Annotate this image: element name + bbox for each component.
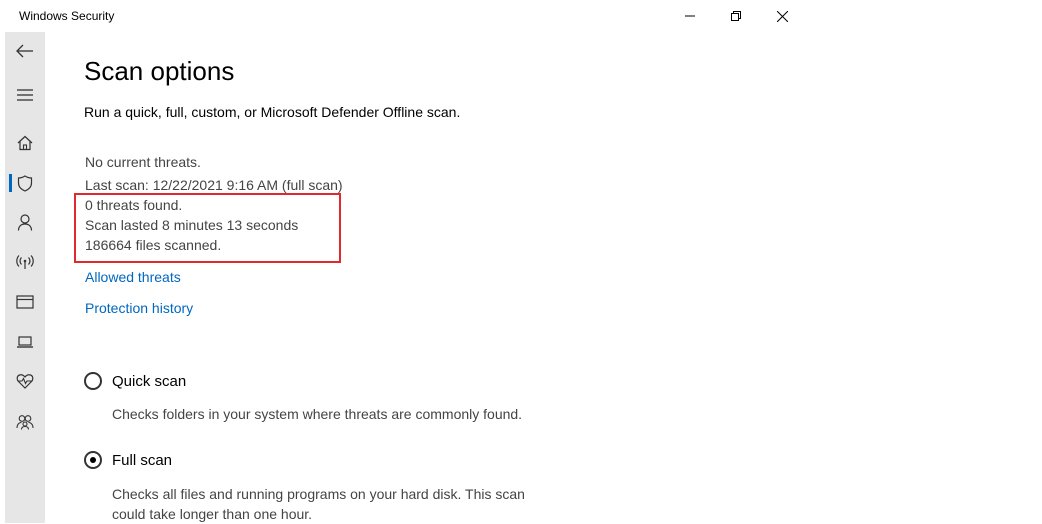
quick-scan-radio[interactable] <box>84 372 102 390</box>
restore-icon <box>731 11 741 21</box>
full-scan-radio[interactable] <box>84 451 102 469</box>
nav-firewall[interactable] <box>5 244 45 280</box>
heart-pulse-icon <box>16 374 34 389</box>
restore-button[interactable] <box>713 0 759 32</box>
nav-virus-protection[interactable] <box>5 165 45 201</box>
active-indicator <box>9 174 12 192</box>
menu-button[interactable] <box>5 77 45 113</box>
quick-scan-option[interactable]: Quick scan <box>84 372 186 390</box>
nav-device-security[interactable] <box>5 324 45 360</box>
app-title: Windows Security <box>19 9 115 23</box>
full-scan-option[interactable]: Full scan <box>84 451 172 469</box>
nav-family-options[interactable] <box>5 404 45 440</box>
highlight-box <box>74 193 341 263</box>
page-title: Scan options <box>84 56 235 86</box>
radio-selected-dot <box>90 457 96 463</box>
close-button[interactable] <box>759 0 805 32</box>
page-subtitle: Run a quick, full, custom, or Microsoft … <box>84 104 461 120</box>
full-scan-label: Full scan <box>112 451 173 469</box>
hamburger-menu-icon <box>17 89 33 101</box>
family-icon <box>16 415 34 430</box>
shield-icon <box>17 174 33 192</box>
minimize-icon <box>685 15 695 17</box>
close-icon <box>776 10 788 22</box>
quick-scan-description: Checks folders in your system where thre… <box>112 406 523 422</box>
back-button[interactable] <box>5 33 45 69</box>
laptop-icon <box>17 336 33 348</box>
nav-home[interactable] <box>5 125 45 161</box>
minimize-button[interactable] <box>667 0 713 32</box>
nav-account-protection[interactable] <box>5 204 45 240</box>
nav-device-performance[interactable] <box>5 363 45 399</box>
title-bar: Windows Security <box>0 0 810 32</box>
home-icon <box>17 135 33 151</box>
quick-scan-label: Quick scan <box>112 372 187 390</box>
nav-app-browser-control[interactable] <box>5 284 45 320</box>
wireless-icon <box>16 255 34 269</box>
full-scan-description: Checks all files and running programs on… <box>112 486 525 522</box>
protection-history-link[interactable]: Protection history <box>85 300 193 316</box>
back-arrow-icon <box>16 44 33 58</box>
person-icon <box>17 213 33 231</box>
sidebar <box>5 32 45 523</box>
current-threats-text: No current threats. <box>85 154 201 170</box>
browser-window-icon <box>16 295 34 309</box>
allowed-threats-link[interactable]: Allowed threats <box>85 269 181 285</box>
last-scan-text: Last scan: 12/22/2021 9:16 AM (full scan… <box>85 177 343 193</box>
